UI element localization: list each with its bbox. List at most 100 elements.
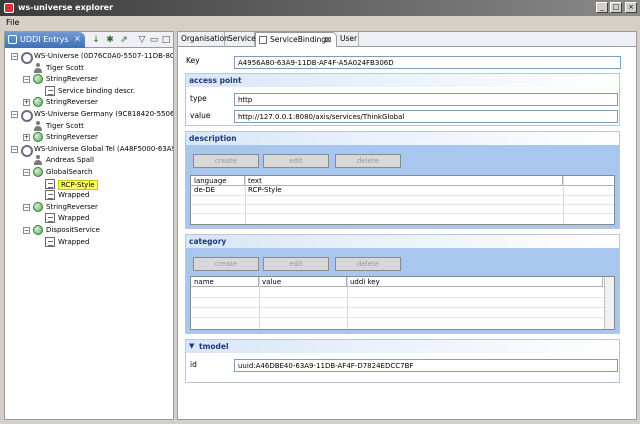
tab-organisation-label: Organisation bbox=[181, 34, 229, 43]
delete-button[interactable]: delete bbox=[335, 154, 401, 168]
tree-item[interactable]: Tiger Scott bbox=[23, 62, 173, 74]
access-point-section: access point type http value http://127.… bbox=[185, 73, 620, 126]
maximize-button[interactable]: □ bbox=[610, 2, 622, 13]
tmodel-section: ▼ tmodel id uuid:A46DBE40-63A9-11DB-AF4F… bbox=[185, 339, 620, 383]
tree-item-label: StringReverser bbox=[46, 133, 98, 142]
row-divider bbox=[191, 213, 614, 214]
tab-close-icon[interactable]: ⊠ bbox=[325, 35, 331, 44]
collapse-icon[interactable]: − bbox=[23, 76, 30, 84]
uddi-entrys-view: UDDI Entrys × ↓ ✱ ⇗ ▽ ▭ □ − WS-Universe (… bbox=[4, 31, 174, 420]
tree-item[interactable]: − StringReverser bbox=[23, 74, 173, 85]
service-icon bbox=[33, 132, 43, 143]
tab-service[interactable]: Service bbox=[225, 32, 256, 47]
column-header-language[interactable]: language bbox=[191, 176, 245, 186]
column-header-text[interactable]: text bbox=[245, 176, 563, 186]
export-icon[interactable]: ⇗ bbox=[119, 35, 129, 45]
cell-language[interactable]: de-DE bbox=[191, 186, 245, 195]
binding-icon bbox=[45, 213, 55, 224]
description-section: description create edit delete language … bbox=[185, 131, 620, 229]
collapse-icon[interactable]: − bbox=[11, 145, 18, 153]
tree-item[interactable]: Andreas Spall bbox=[23, 155, 173, 166]
tree-item[interactable]: − WS-Universe Germany (9C818420-5506-1 bbox=[11, 109, 173, 122]
collapse-icon[interactable]: − bbox=[23, 227, 30, 234]
type-field[interactable]: http bbox=[234, 93, 618, 106]
service-icon bbox=[33, 97, 43, 108]
minimize-view-icon[interactable]: ▭ bbox=[149, 35, 159, 45]
tree-item-label: Tiger Scott bbox=[46, 121, 84, 130]
key-field[interactable]: A4956A80-63A9-11DB-AF4F-A5A024FB306D bbox=[234, 56, 621, 69]
tree-item-label: StringReverser bbox=[46, 98, 98, 107]
tree-item-label: WS-Universe (0D76C0A0-5507-11DB-80A bbox=[34, 52, 173, 60]
description-table[interactable]: language text de-DE RCP-Style bbox=[190, 175, 615, 225]
delete-button[interactable]: delete bbox=[335, 257, 401, 271]
tab-uddi-entrys[interactable]: UDDI Entrys × bbox=[5, 32, 85, 48]
menu-bar: File bbox=[0, 16, 640, 29]
tab-label: UDDI Entrys bbox=[20, 35, 69, 44]
tree-item-label: WS-Universe Global Tel (A48F5000-63A9- bbox=[34, 144, 173, 153]
edit-button[interactable]: edit bbox=[263, 154, 329, 168]
user-icon bbox=[33, 155, 43, 166]
view-menu-icon[interactable]: ▽ bbox=[137, 35, 147, 45]
tree-item-label: WS-Universe Germany (9C818420-5506-1 bbox=[34, 110, 173, 118]
tab-user-label: User bbox=[340, 34, 358, 43]
expand-icon[interactable]: + bbox=[23, 134, 30, 142]
tab-user[interactable]: User bbox=[337, 32, 359, 47]
description-header: description bbox=[186, 132, 619, 145]
create-button[interactable]: create bbox=[193, 154, 259, 168]
tmodel-header[interactable]: ▼ tmodel bbox=[186, 340, 619, 353]
table-scrollbar[interactable] bbox=[604, 277, 614, 329]
create-button[interactable]: create bbox=[193, 257, 259, 271]
publish-icon[interactable]: ✱ bbox=[105, 35, 115, 45]
tmodel-title: tmodel bbox=[199, 342, 229, 351]
collapse-icon[interactable]: − bbox=[11, 53, 18, 60]
menu-file[interactable]: File bbox=[6, 18, 19, 27]
uddi-tree: − WS-Universe (0D76C0A0-5507-11DB-80A Tige… bbox=[5, 49, 173, 419]
column-header-value[interactable]: value bbox=[259, 277, 347, 287]
cell-text[interactable]: RCP-Style bbox=[245, 186, 563, 195]
collapse-toggle-icon[interactable]: ▼ bbox=[189, 342, 194, 350]
tree-item[interactable]: Wrapped bbox=[35, 213, 173, 224]
column-divider bbox=[259, 277, 260, 329]
maximize-view-icon[interactable]: □ bbox=[161, 35, 171, 45]
tree-item[interactable]: Service binding descr. bbox=[35, 85, 173, 97]
tree-item[interactable]: − WS-Universe Global Tel (A48F5000-63A9- bbox=[11, 143, 173, 157]
category-table[interactable]: name value uddi key bbox=[190, 276, 615, 330]
service-binding-editor: Organisation Service ServiceBinding ⊠ Us… bbox=[177, 31, 637, 420]
description-title: description bbox=[189, 134, 237, 143]
value-field[interactable]: http://127.0.0.1:8080/axis/services/Thin… bbox=[234, 110, 618, 123]
tree-item[interactable]: − GlobalSearch bbox=[23, 167, 173, 178]
tree-item[interactable]: RCP-Style bbox=[35, 178, 173, 190]
user-icon bbox=[33, 62, 43, 73]
tab-organisation[interactable]: Organisation bbox=[178, 32, 229, 47]
close-button[interactable]: × bbox=[625, 2, 637, 13]
collapse-icon[interactable]: − bbox=[11, 111, 18, 118]
edit-button[interactable]: edit bbox=[263, 257, 329, 271]
collapse-icon[interactable]: − bbox=[23, 169, 30, 176]
tree-item[interactable]: + StringReverser bbox=[23, 97, 173, 108]
collapse-icon[interactable]: − bbox=[23, 203, 30, 211]
category-panel: create edit delete name value uddi key bbox=[186, 248, 619, 333]
tree-item[interactable]: Wrapped bbox=[35, 190, 173, 201]
window-title: ws-universe explorer bbox=[18, 3, 114, 12]
tree-item-label: Service binding descr. bbox=[58, 86, 136, 95]
tree-item[interactable]: − WS-Universe (0D76C0A0-5507-11DB-80A bbox=[11, 51, 173, 64]
tree-item-label: StringReverser bbox=[46, 202, 98, 211]
tree-item[interactable]: + StringReverser bbox=[23, 132, 173, 143]
tree-item-label: StringReverser bbox=[46, 75, 98, 84]
tab-close-icon[interactable]: × bbox=[74, 34, 81, 43]
tree-item-label: Wrapped bbox=[58, 191, 90, 200]
column-header-name[interactable]: name bbox=[191, 277, 259, 287]
service-icon bbox=[33, 225, 43, 235]
column-header-uddi-key[interactable]: uddi key bbox=[347, 277, 603, 287]
expand-icon[interactable]: + bbox=[23, 99, 30, 107]
category-title: category bbox=[189, 237, 227, 246]
access-point-header: access point bbox=[186, 74, 619, 87]
tmodel-id-field[interactable]: uuid:A46DBE40-63A9-11DB-AF4F-D7824EDCC7B… bbox=[234, 359, 618, 372]
refresh-icon[interactable]: ↓ bbox=[91, 35, 101, 45]
tab-servicebinding[interactable]: ServiceBinding ⊠ bbox=[255, 32, 337, 47]
minimize-button[interactable]: _ bbox=[596, 2, 608, 13]
tree-item[interactable]: − StringReverser bbox=[23, 201, 173, 213]
tree-item[interactable]: Tiger Scott bbox=[23, 120, 173, 132]
tree-item[interactable]: Wrapped bbox=[35, 236, 173, 248]
tree-item[interactable]: − DispositService bbox=[23, 225, 173, 236]
